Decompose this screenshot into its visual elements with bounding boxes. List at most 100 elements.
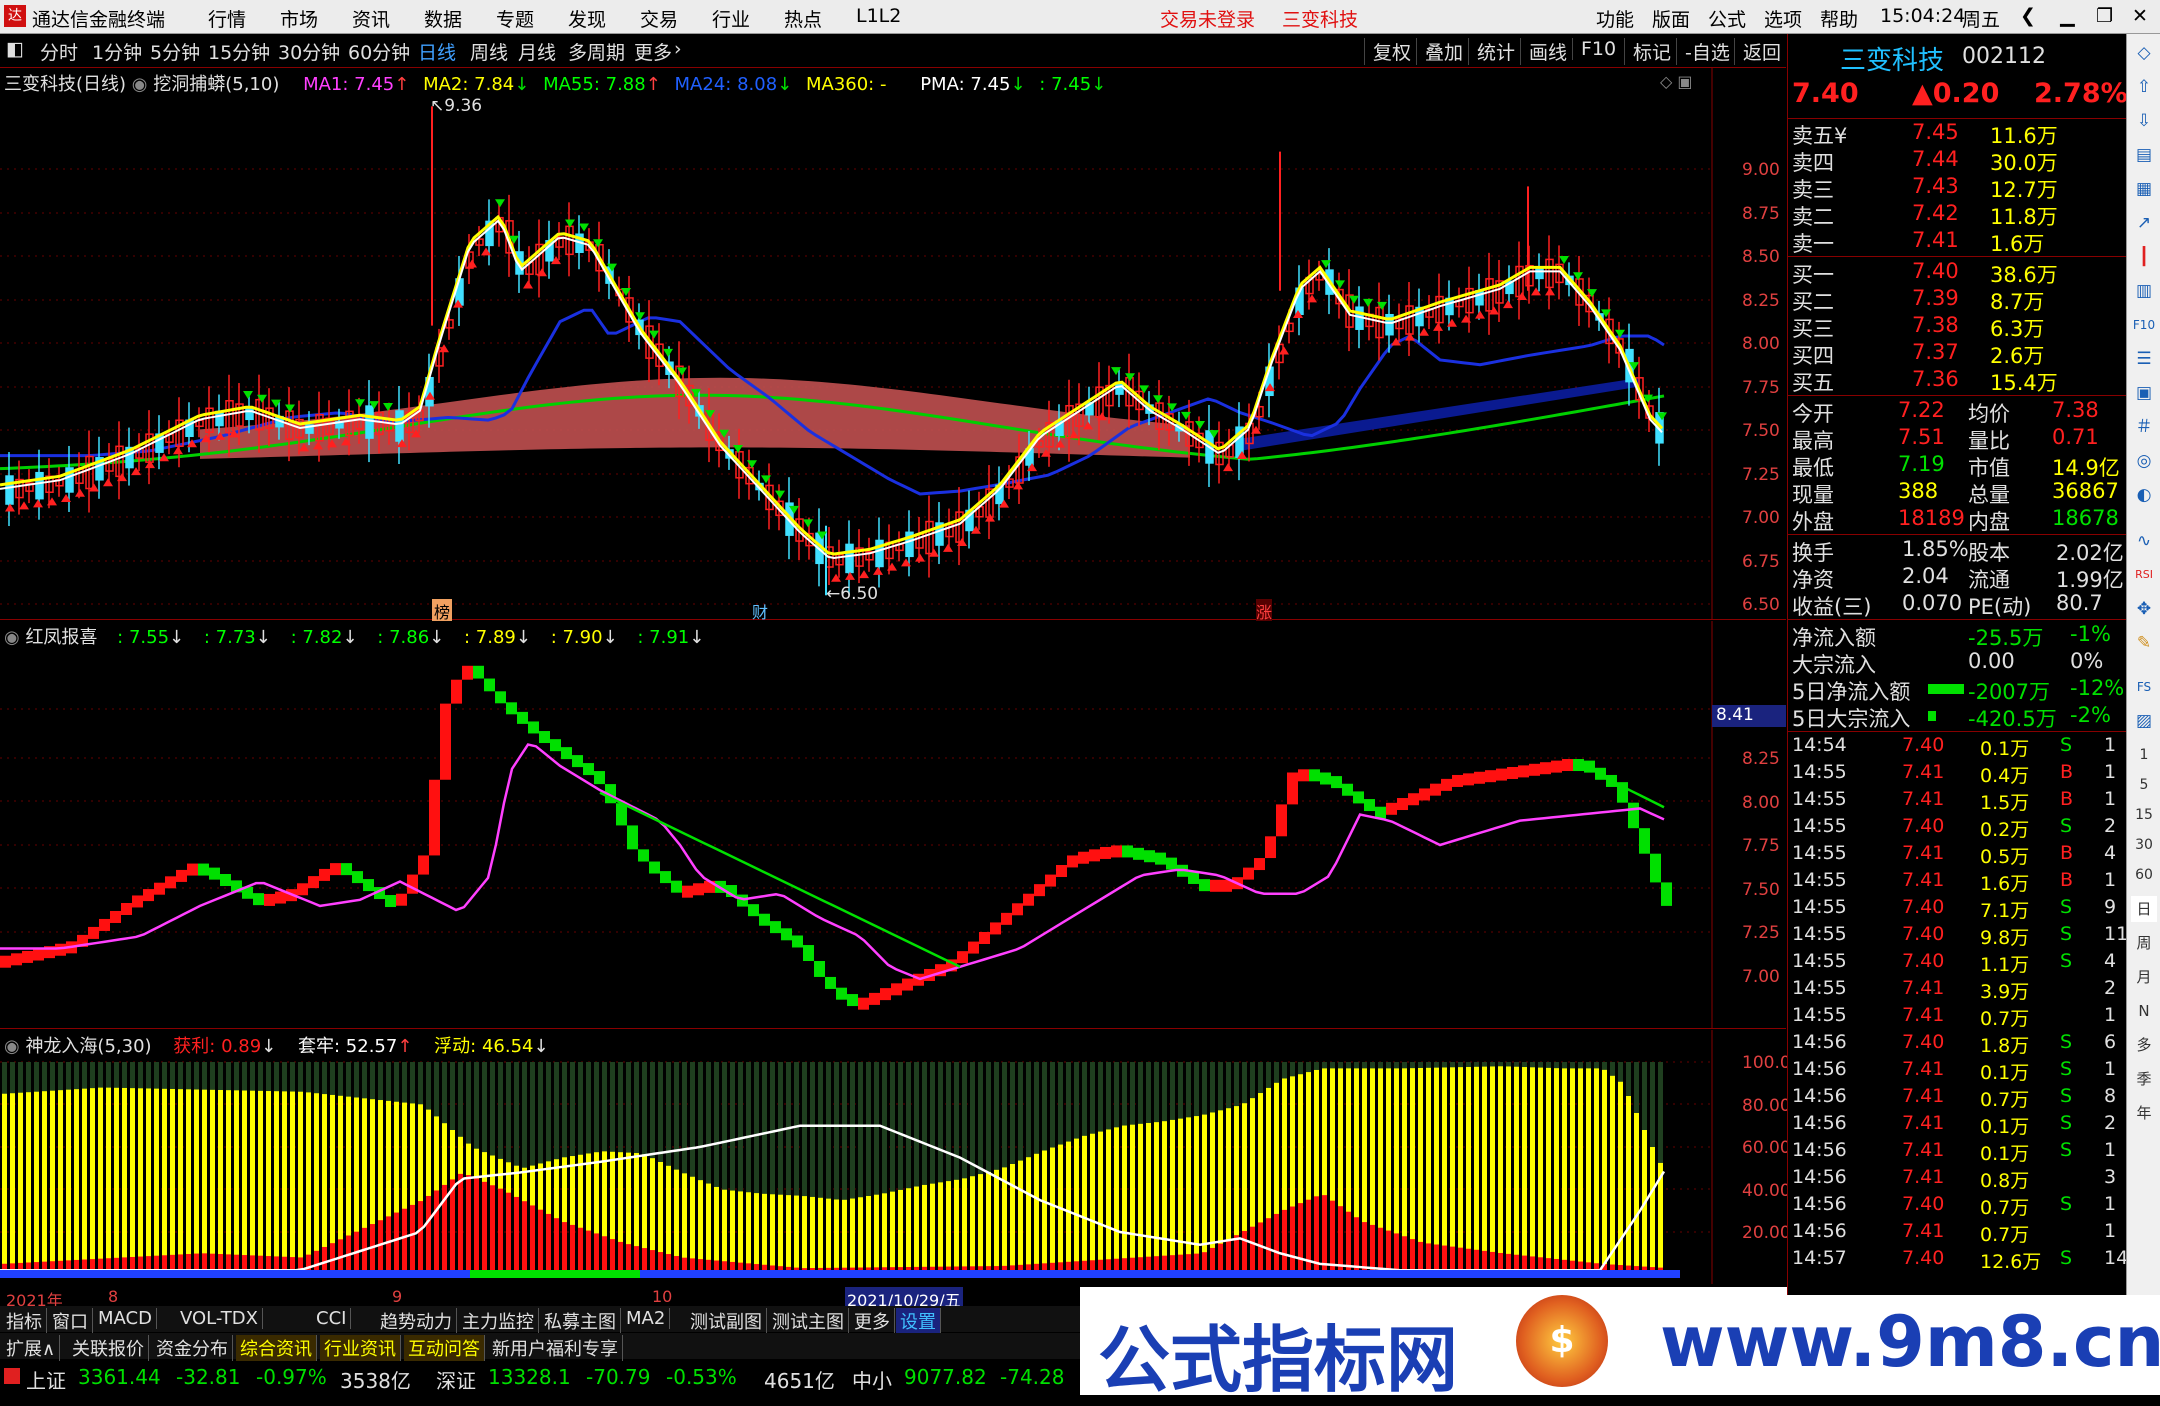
marker-bang[interactable]: 榜 <box>432 599 453 623</box>
tf-15min[interactable]: 15分钟 <box>208 38 270 65</box>
menu-item-zixun[interactable]: 资讯 <box>352 5 390 32</box>
tf-30min[interactable]: 30分钟 <box>278 38 340 65</box>
tab-1[interactable]: 窗口 <box>48 1308 93 1334</box>
trade-status[interactable]: 交易未登录 <box>1160 5 1255 32</box>
index-sh-name[interactable]: 上证 <box>26 1365 66 1394</box>
fs-icon[interactable]: FS <box>2131 674 2157 700</box>
shenlong-panel[interactable]: ◉ 神龙入海(5,30) 获利: 0.89↓ 套牢: 52.57↑ 浮动: 46… <box>0 1030 1791 1284</box>
rsi-icon[interactable]: RSI <box>2131 562 2157 588</box>
tf-multi[interactable]: 多周期 <box>568 38 625 65</box>
layout-icon[interactable]: ◧ <box>6 38 24 60</box>
period-multi[interactable]: 多 <box>2131 1032 2157 1058</box>
tf-monthly[interactable]: 月线 <box>518 38 556 65</box>
menu-item-gongshi[interactable]: 公式 <box>1708 5 1746 32</box>
period-day[interactable]: 日 <box>2131 896 2157 922</box>
book-icon[interactable]: ▣ <box>2131 380 2157 406</box>
list-icon[interactable]: ☰ <box>2131 346 2157 372</box>
info-tab-2[interactable]: 资金分布 <box>152 1335 233 1361</box>
up-icon[interactable]: ⇧ <box>2131 74 2157 100</box>
period-30-icon[interactable]: 30 <box>2131 832 2157 858</box>
tf-fenshi[interactable]: 分时 <box>40 38 78 65</box>
more-chevron-icon[interactable]: › <box>674 38 682 60</box>
hash-icon[interactable]: ＃ <box>2131 414 2157 440</box>
back-arrow-icon[interactable]: ❮ <box>2020 5 2036 27</box>
period-month[interactable]: 月 <box>2131 964 2157 990</box>
info-tab-6[interactable]: 新用户福利专享 <box>488 1335 623 1361</box>
tab-6[interactable]: 主力监控 <box>458 1308 539 1334</box>
menu-item-zhuanti[interactable]: 专题 <box>496 5 534 32</box>
tool-diejia[interactable]: 叠加 <box>1416 38 1463 65</box>
move-icon[interactable]: ✥ <box>2131 596 2157 622</box>
tool-f10[interactable]: F10 <box>1572 38 1616 60</box>
menu-item-jiaoyi[interactable]: 交易 <box>640 5 678 32</box>
tab-8[interactable]: MA2 <box>622 1308 671 1329</box>
minimize-icon[interactable]: ▁ <box>2060 5 2075 27</box>
hongfeng-panel[interactable]: ◉ 红凤报喜 : 7.55↓ : 7.73↓ : 7.82↓ : 7.86↓ :… <box>0 621 1786 1029</box>
tf-60min[interactable]: 60分钟 <box>348 38 410 65</box>
period-week[interactable]: 周 <box>2131 930 2157 956</box>
menu-item-hangqing[interactable]: 行情 <box>208 5 246 32</box>
tool-tongji[interactable]: 统计 <box>1468 38 1515 65</box>
tab-3[interactable]: VOL-TDX <box>176 1308 263 1329</box>
menu-item-l1l2[interactable]: L1L2 <box>856 5 901 27</box>
target-icon[interactable]: ◎ <box>2131 448 2157 474</box>
chart-line-icon[interactable]: ↗ <box>2131 210 2157 236</box>
tf-5min[interactable]: 5分钟 <box>150 38 200 65</box>
tab-11[interactable]: 更多 <box>850 1308 895 1334</box>
period-year[interactable]: 年 <box>2131 1100 2157 1126</box>
period-5-icon[interactable]: 5 <box>2131 772 2157 798</box>
menu-item-shichang[interactable]: 市场 <box>280 5 318 32</box>
quote-stock-name[interactable]: 三变科技 <box>1840 40 1944 77</box>
main-kline-panel[interactable]: 三变科技(日线) ◉ 挖洞捕蟒(5,10) MA1: 7.45↑ MA2: 7.… <box>0 68 1786 623</box>
chart-box-icon[interactable]: ▨ <box>2131 708 2157 734</box>
info-tab-1[interactable]: 关联报价 <box>68 1335 149 1361</box>
tab-5[interactable]: 趋势动力 <box>376 1308 457 1334</box>
info-tab-5[interactable]: 互动问答 <box>404 1335 485 1361</box>
tf-daily[interactable]: 日线 <box>418 38 456 65</box>
marker-zhang[interactable]: 涨 <box>1256 599 1273 623</box>
menu-item-shuju[interactable]: 数据 <box>424 5 462 32</box>
menu-item-hangye[interactable]: 行业 <box>712 5 750 32</box>
menu-item-faxian[interactable]: 发现 <box>568 5 606 32</box>
wave-icon[interactable]: ∿ <box>2131 528 2157 554</box>
info-tab-4[interactable]: 行业资讯 <box>320 1335 401 1361</box>
tf-1min[interactable]: 1分钟 <box>92 38 142 65</box>
info-tab-3[interactable]: 综合资讯 <box>236 1335 317 1361</box>
index-bar-icon[interactable] <box>4 1368 20 1384</box>
grid-icon[interactable]: ▦ <box>2131 176 2157 202</box>
tool-fuquan[interactable]: 复权 <box>1364 38 1411 65</box>
menu-item-bangzhu[interactable]: 帮助 <box>1820 5 1858 32</box>
collapse-icon[interactable]: ◇ <box>2131 40 2157 66</box>
index-zx-name[interactable]: 中小 <box>852 1365 892 1394</box>
period-1-icon[interactable]: 1 <box>2131 742 2157 768</box>
info-tab-0[interactable]: 扩展∧ <box>2 1335 61 1361</box>
tf-more[interactable]: 更多 <box>634 38 672 65</box>
pen-icon[interactable]: ✎ <box>2131 630 2157 656</box>
menu-item-banmian[interactable]: 版面 <box>1652 5 1690 32</box>
period-60-icon[interactable]: 60 <box>2131 862 2157 888</box>
table-icon[interactable]: ▥ <box>2131 278 2157 304</box>
restore-icon[interactable]: ❐ <box>2096 5 2113 27</box>
tab-2[interactable]: MACD <box>94 1308 157 1329</box>
tool-biaoji[interactable]: 标记 <box>1624 38 1671 65</box>
index-sz-name[interactable]: 深证 <box>436 1365 476 1394</box>
close-icon[interactable]: ✕ <box>2132 5 2148 27</box>
tab-4[interactable]: CCI <box>312 1308 352 1329</box>
tool-fanhui[interactable]: 返回 <box>1734 38 1781 65</box>
down-icon[interactable]: ⇩ <box>2131 108 2157 134</box>
tab-9[interactable]: 测试副图 <box>686 1308 767 1334</box>
period-n[interactable]: N <box>2131 998 2157 1024</box>
tab-0[interactable]: 指标 <box>2 1308 47 1334</box>
period-quarter[interactable]: 季 <box>2131 1066 2157 1092</box>
marker-cai[interactable]: 财 <box>752 599 768 623</box>
tool-huaxian[interactable]: 画线 <box>1520 38 1567 65</box>
tf-weekly[interactable]: 周线 <box>470 38 508 65</box>
report-icon[interactable]: ▤ <box>2131 142 2157 168</box>
menu-item-redian[interactable]: 热点 <box>784 5 822 32</box>
f10-icon[interactable]: F10 <box>2131 312 2157 338</box>
candle-icon[interactable]: ┃ <box>2131 244 2157 270</box>
menu-item-gongneng[interactable]: 功能 <box>1596 5 1634 32</box>
tab-10[interactable]: 测试主图 <box>768 1308 849 1334</box>
ad-banner[interactable]: 公式指标网 $ www.9m8.cn <box>1080 1287 2160 1402</box>
tab-12[interactable]: 设置 <box>896 1308 941 1334</box>
